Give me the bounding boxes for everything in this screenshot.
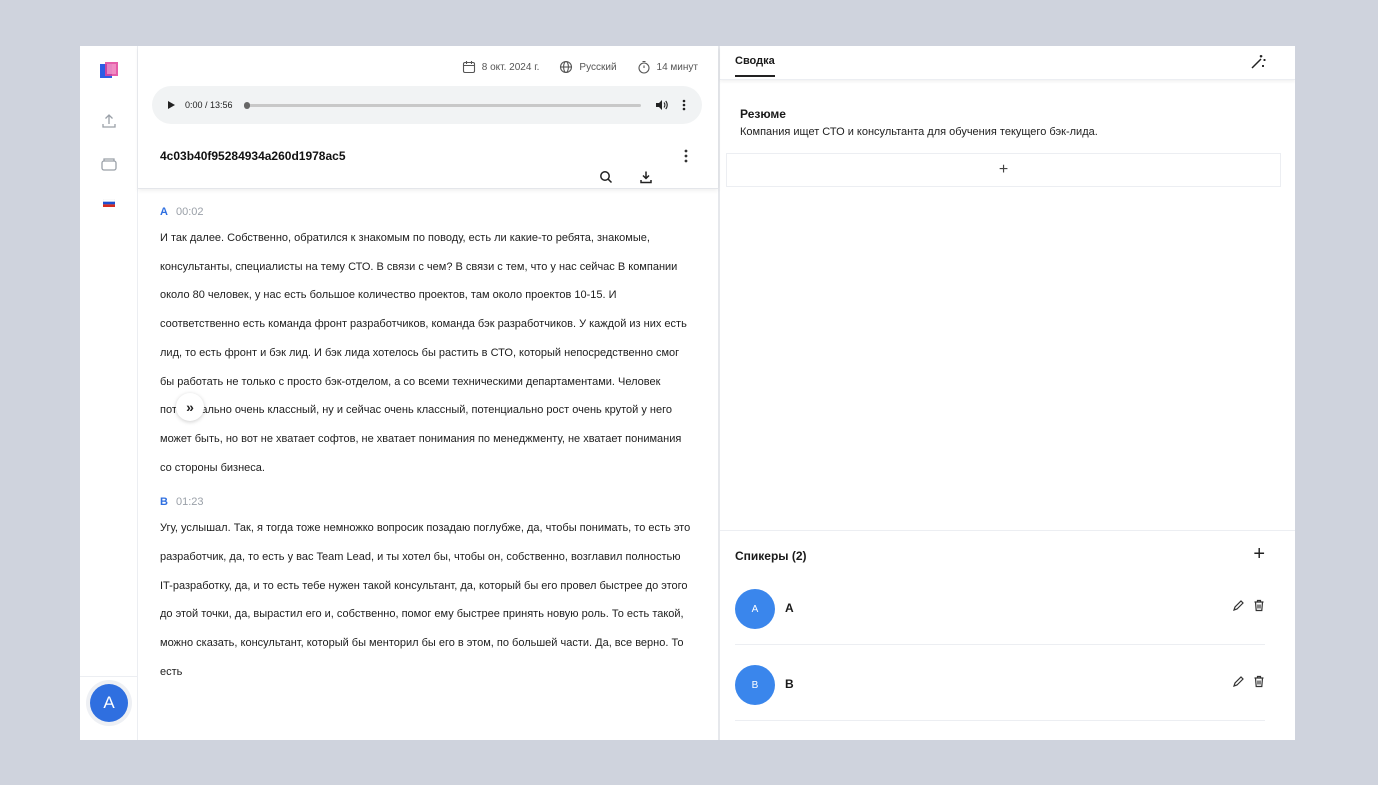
player-more-icon[interactable] [682, 99, 686, 111]
meta-language: Русский [559, 60, 617, 74]
app-logo-icon[interactable] [80, 60, 138, 82]
speaker-row: B B [735, 645, 1265, 721]
app-window: A 8 окт. 2024 г. Русский 14 минут 0:00 /… [80, 46, 1295, 740]
transcript-title: 4c03b40f95284934a260d1978ac5 [160, 149, 346, 163]
player-progress[interactable] [243, 101, 641, 109]
audio-player[interactable]: 0:00 / 13:56 [152, 86, 702, 124]
recording-meta: 8 окт. 2024 г. Русский 14 минут [462, 60, 698, 74]
segment-b: B 01:23 Угу, услышал. Так, я тогда тоже … [160, 496, 696, 686]
plus-icon: + [998, 161, 1009, 178]
plus-icon: + [1253, 543, 1265, 565]
timer-icon [637, 60, 650, 74]
segment-text: И так далее. Собственно, обратился к зна… [160, 232, 687, 474]
pencil-icon[interactable] [1232, 675, 1245, 688]
segment-header: A 00:02 [160, 206, 696, 218]
speaker-row: A A [735, 569, 1265, 645]
meta-language-text: Русский [579, 61, 617, 73]
segment-speaker[interactable]: B [160, 496, 168, 508]
summary-header: Сводка [720, 46, 1295, 80]
segment-timestamp[interactable]: 00:02 [176, 206, 204, 218]
trash-icon[interactable] [1253, 599, 1265, 612]
search-icon[interactable] [594, 166, 618, 188]
speaker-avatar-letter: B [751, 679, 759, 691]
user-avatar[interactable]: A [90, 684, 128, 722]
speakers-section: Спикеры (2) + A A B B [720, 530, 1295, 740]
transcript-body: A 00:02 И так далее. Собственно, обратил… [138, 206, 718, 701]
player-time: 0:00 / 13:56 [185, 100, 233, 110]
transcript-header: 8 окт. 2024 г. Русский 14 минут 0:00 / 1… [138, 46, 718, 189]
transcript-more-icon[interactable] [684, 149, 688, 166]
download-icon[interactable] [634, 166, 658, 188]
speaker-avatar-letter: A [751, 603, 759, 615]
chevrons-right-icon: » [186, 399, 194, 415]
segment-header: B 01:23 [160, 496, 696, 508]
user-avatar-letter: A [103, 693, 115, 712]
screenshot-frame: A 8 окт. 2024 г. Русский 14 минут 0:00 /… [0, 0, 1378, 785]
speaker-avatar: B [735, 665, 775, 705]
meta-date: 8 окт. 2024 г. [462, 60, 540, 74]
segment-text: Угу, услышал. Так, я тогда тоже немножко… [160, 522, 691, 678]
segment-timestamp[interactable]: 01:23 [176, 496, 204, 508]
speaker-actions [1232, 599, 1265, 612]
flag-ru-icon[interactable] [80, 199, 138, 207]
resume-title: Резюме [740, 107, 786, 121]
segment-speaker[interactable]: A [160, 206, 168, 218]
meta-date-text: 8 окт. 2024 г. [481, 61, 540, 73]
expand-sidebar-button[interactable]: » [176, 393, 204, 421]
speaker-avatar: A [735, 589, 775, 629]
speaker-actions [1232, 675, 1265, 688]
transcript-panel: 8 окт. 2024 г. Русский 14 минут 0:00 / 1… [138, 46, 718, 740]
summary-panel: Сводка Резюме Компания ищет СТО и консул… [720, 46, 1295, 740]
speaker-name: A [785, 601, 794, 615]
magic-wand-icon[interactable] [1249, 53, 1267, 76]
add-summary-block-button[interactable]: + [726, 153, 1281, 187]
resume-text: Компания ищет СТО и консультанта для обу… [740, 126, 1098, 138]
folder-icon[interactable] [80, 156, 138, 172]
meta-duration: 14 минут [637, 60, 698, 74]
speaker-name: B [785, 677, 794, 691]
meta-duration-text: 14 минут [656, 61, 698, 73]
add-speaker-button[interactable]: + [1253, 543, 1265, 566]
player-progress-knob[interactable] [243, 101, 250, 109]
play-icon[interactable] [168, 101, 175, 109]
pencil-icon[interactable] [1232, 599, 1245, 612]
segment-a: A 00:02 И так далее. Собственно, обратил… [160, 206, 696, 482]
volume-icon[interactable] [655, 99, 668, 111]
trash-icon[interactable] [1253, 675, 1265, 688]
upload-icon[interactable] [80, 112, 138, 130]
speakers-title: Спикеры (2) [735, 549, 807, 563]
globe-icon [560, 60, 573, 74]
left-rail: A [80, 46, 138, 740]
tab-summary[interactable]: Сводка [735, 55, 775, 77]
calendar-icon [462, 61, 475, 74]
